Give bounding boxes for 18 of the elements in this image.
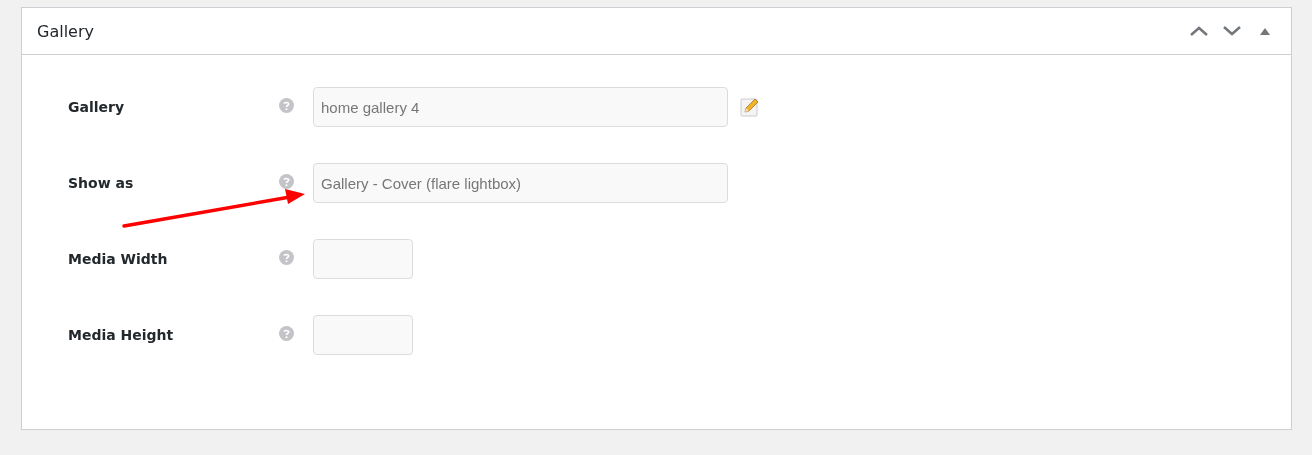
text-field[interactable]: home gallery 4 — [313, 87, 728, 127]
field-label: Gallery — [68, 99, 126, 115]
triangle-up-icon — [1259, 27, 1270, 35]
pencil-icon — [740, 97, 760, 117]
help-icon[interactable] — [279, 325, 294, 341]
panel-title: Gallery — [37, 21, 95, 41]
help-icon[interactable] — [279, 249, 294, 265]
field-label: Show as — [68, 175, 135, 191]
field-label: Media Height — [68, 327, 175, 343]
help-icon[interactable] — [279, 97, 294, 113]
chevron-down-icon — [1222, 26, 1241, 36]
text-field[interactable] — [313, 239, 413, 279]
edit-button[interactable] — [740, 97, 760, 117]
text-field[interactable]: Gallery - Cover (flare lightbox) — [313, 163, 728, 203]
chevron-up-icon — [1189, 26, 1208, 36]
text-field[interactable] — [313, 315, 413, 355]
help-icon[interactable] — [279, 173, 294, 189]
field-label: Media Width — [68, 251, 169, 267]
